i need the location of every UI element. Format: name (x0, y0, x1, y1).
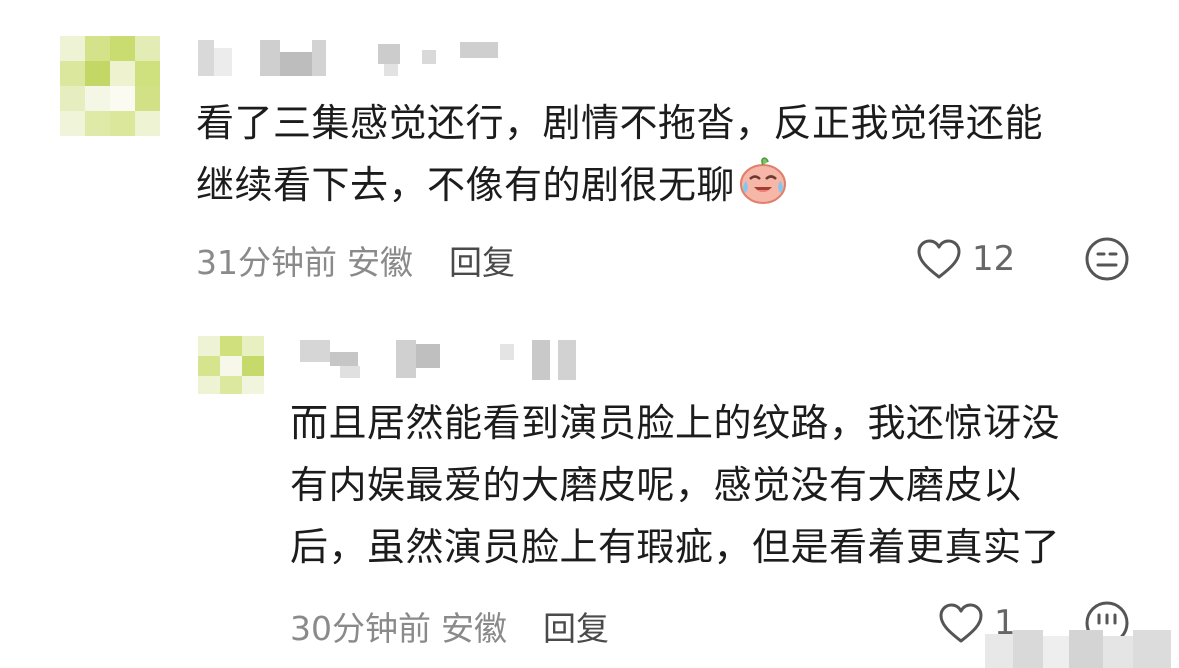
username[interactable] (198, 40, 503, 76)
avatar[interactable] (198, 336, 264, 394)
crying-laughing-peach-emoji (737, 154, 789, 224)
comment-timestamp: 31分钟前 (196, 243, 337, 282)
meh-face-icon (1085, 237, 1129, 281)
comment-text: 而且居然能看到演员脸上的纹路，我还惊讶没 有内娱最爱的大磨皮呢，感觉没有大磨皮以… (290, 392, 1060, 578)
comment-meta: 30分钟前 安徽 回复 (290, 602, 609, 650)
heart-icon (917, 239, 961, 279)
reply-button[interactable]: 回复 (543, 602, 609, 650)
comment-timestamp: 30分钟前 (290, 609, 431, 648)
comment-location: 安徽 (347, 243, 413, 282)
comment-text-line: 而且居然能看到演员脸上的纹路，我还惊讶没 (290, 401, 1061, 445)
like-count: 12 (972, 239, 1016, 279)
comment-meta: 31分钟前 安徽 回复 (196, 236, 515, 284)
comment-text-line: 后，虽然演员脸上有瑕疵，但是看着更真实了 (290, 525, 1061, 569)
heart-icon (939, 603, 983, 643)
watermark-blur (985, 630, 1175, 668)
comment-text: 看了三集感觉还行，剧情不拖沓，反正我觉得还能 继续看下去，不像有的剧很无聊 (196, 92, 1043, 224)
comment-text-line: 继续看下去，不像有的剧很无聊 (196, 154, 1043, 224)
username[interactable] (300, 340, 580, 380)
reply-button[interactable]: 回复 (449, 236, 515, 284)
avatar[interactable] (60, 36, 160, 136)
comment-text-line: 有内娱最爱的大磨皮呢，感觉没有大磨皮以 (290, 463, 1022, 507)
comment-location: 安徽 (441, 609, 507, 648)
dislike-button[interactable] (1084, 236, 1130, 282)
comment-text-line: 看了三集感觉还行，剧情不拖沓，反正我觉得还能 (196, 101, 1044, 145)
like-button[interactable]: 12 (916, 238, 1015, 280)
